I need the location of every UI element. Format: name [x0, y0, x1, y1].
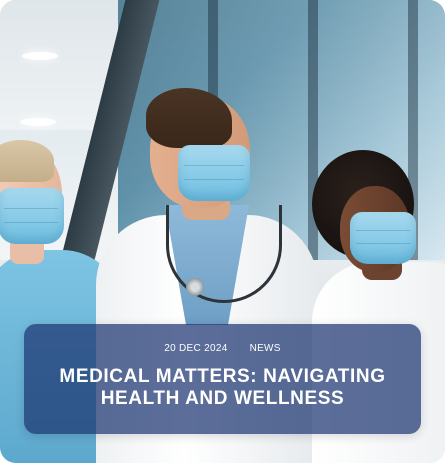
ceiling-light [20, 118, 56, 126]
article-title[interactable]: MEDICAL MATTERS: NAVIGATING HEALTH AND W… [58, 366, 388, 410]
ceiling-light [22, 52, 58, 60]
stethoscope-bell [186, 278, 204, 296]
article-date: 20 DEC 2024 [164, 342, 228, 354]
nurse-hair [0, 140, 54, 182]
article-meta: 20 DEC 2024 NEWS [164, 343, 281, 354]
face-mask [350, 212, 416, 264]
face-mask [0, 188, 64, 244]
article-category: NEWS [249, 342, 281, 354]
face-mask [178, 145, 250, 201]
article-caption[interactable]: 20 DEC 2024 NEWS MEDICAL MATTERS: NAVIGA… [24, 324, 421, 434]
article-card[interactable]: 20 DEC 2024 NEWS MEDICAL MATTERS: NAVIGA… [0, 0, 445, 463]
